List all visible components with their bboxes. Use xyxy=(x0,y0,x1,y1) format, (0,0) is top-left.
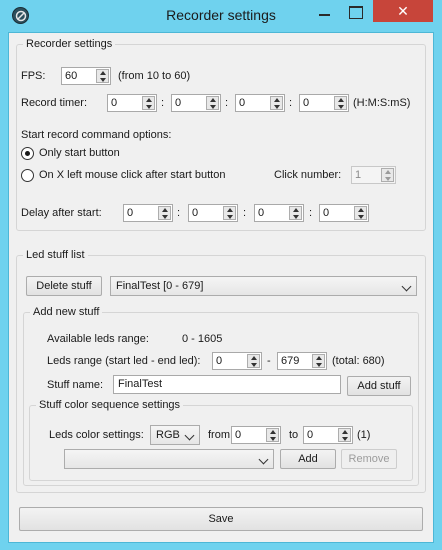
stuff-name-label: Stuff name: xyxy=(47,379,104,391)
available-range-label: Available leds range: xyxy=(47,333,149,345)
delay-minutes-spinner[interactable]: 0 xyxy=(188,204,238,222)
delay-separator: : xyxy=(243,207,247,219)
fps-label: FPS: xyxy=(21,70,46,82)
spin-arrows-icon[interactable] xyxy=(289,206,302,220)
delay-milliseconds-value: 0 xyxy=(323,207,330,219)
spin-arrows-icon[interactable] xyxy=(381,168,394,182)
chevron-down-icon[interactable] xyxy=(398,277,416,295)
range-start-spinner[interactable]: 0 xyxy=(212,352,262,370)
close-icon: ✕ xyxy=(397,3,409,19)
spin-arrows-icon[interactable] xyxy=(354,206,367,220)
delay-separator: : xyxy=(309,207,313,219)
spin-arrows-icon[interactable] xyxy=(270,96,283,110)
delete-stuff-button[interactable]: Delete stuff xyxy=(26,276,102,296)
timer-format-hint: (H:M:S:mS) xyxy=(353,97,411,109)
timer-seconds-value: 0 xyxy=(239,97,246,109)
color-mode-select[interactable]: RGB xyxy=(150,425,200,445)
spin-arrows-icon[interactable] xyxy=(142,96,155,110)
title-bar[interactable]: Recorder settings ✕ xyxy=(0,0,442,32)
click-number-value: 1 xyxy=(355,169,362,181)
delay-hours-value: 0 xyxy=(127,207,134,219)
maximize-button[interactable] xyxy=(340,0,370,22)
stuff-select[interactable]: FinalTest [0 - 679] xyxy=(110,276,417,296)
delay-seconds-value: 0 xyxy=(258,207,265,219)
spin-arrows-icon[interactable] xyxy=(334,96,347,110)
to-label: to xyxy=(289,429,299,441)
leds-range-label: Leds range (start led - end led): xyxy=(47,355,201,367)
color-sequence-select[interactable] xyxy=(64,449,274,469)
delay-separator: : xyxy=(177,207,181,219)
add-new-stuff-legend: Add new stuff xyxy=(33,306,100,318)
range-start-value: 0 xyxy=(216,355,223,367)
color-from-value: 0 xyxy=(235,429,242,441)
delay-label: Delay after start: xyxy=(21,207,102,219)
leds-color-settings-label: Leds color settings: xyxy=(49,429,144,441)
delay-milliseconds-spinner[interactable]: 0 xyxy=(319,204,369,222)
color-from-spinner[interactable]: 0 xyxy=(231,426,281,444)
range-end-value: 679 xyxy=(281,355,300,367)
radio-mouse-click-label[interactable]: On X left mouse click after start button xyxy=(39,168,225,183)
add-color-button[interactable]: Add xyxy=(280,449,336,469)
radio-only-start-label[interactable]: Only start button xyxy=(39,146,120,161)
save-button[interactable]: Save xyxy=(19,507,423,531)
record-timer-label: Record timer: xyxy=(21,97,88,109)
stuff-name-value: FinalTest xyxy=(118,378,163,390)
radio-only-start[interactable] xyxy=(21,147,34,160)
add-stuff-button[interactable]: Add stuff xyxy=(347,376,411,396)
color-mode-value: RGB xyxy=(156,429,180,441)
spin-arrows-icon[interactable] xyxy=(266,428,279,442)
spin-arrows-icon[interactable] xyxy=(247,354,260,368)
chevron-down-icon[interactable] xyxy=(181,426,199,444)
recorder-settings-legend: Recorder settings xyxy=(26,38,113,50)
start-options-label: Start record command options: xyxy=(21,129,172,141)
stuff-select-value: FinalTest [0 - 679] xyxy=(116,280,204,292)
delay-seconds-spinner[interactable]: 0 xyxy=(254,204,304,222)
timer-separator: : xyxy=(289,97,293,109)
remove-color-button[interactable]: Remove xyxy=(341,449,397,469)
timer-milliseconds-spinner[interactable]: 0 xyxy=(299,94,349,112)
spin-arrows-icon[interactable] xyxy=(96,69,109,83)
spin-arrows-icon[interactable] xyxy=(338,428,351,442)
fps-range-hint: (from 10 to 60) xyxy=(118,70,191,82)
timer-separator: : xyxy=(225,97,229,109)
spin-arrows-icon[interactable] xyxy=(223,206,236,220)
color-to-spinner[interactable]: 0 xyxy=(303,426,353,444)
stuff-name-input[interactable]: FinalTest xyxy=(113,375,341,394)
minimize-button[interactable] xyxy=(310,0,340,22)
delay-minutes-value: 0 xyxy=(192,207,199,219)
timer-seconds-spinner[interactable]: 0 xyxy=(235,94,285,112)
range-dash: - xyxy=(267,355,271,367)
spin-arrows-icon[interactable] xyxy=(312,354,325,368)
from-label: from xyxy=(208,429,230,441)
fps-spinner[interactable]: 60 xyxy=(61,67,111,85)
color-to-value: 0 xyxy=(307,429,314,441)
timer-minutes-value: 0 xyxy=(175,97,182,109)
timer-milliseconds-value: 0 xyxy=(303,97,310,109)
range-total: (total: 680) xyxy=(332,355,385,367)
timer-minutes-spinner[interactable]: 0 xyxy=(171,94,221,112)
spin-arrows-icon[interactable] xyxy=(158,206,171,220)
timer-hours-value: 0 xyxy=(111,97,118,109)
dialog-body: Recorder settings FPS: 60 (from 10 to 60… xyxy=(8,32,434,543)
radio-mouse-click[interactable] xyxy=(21,169,34,182)
fps-value: 60 xyxy=(65,70,78,82)
timer-separator: : xyxy=(161,97,165,109)
led-stuff-list-legend: Led stuff list xyxy=(26,249,85,261)
click-number-label: Click number: xyxy=(274,169,342,181)
available-range-value: 0 - 1605 xyxy=(182,333,223,345)
chevron-down-icon[interactable] xyxy=(255,450,273,468)
timer-hours-spinner[interactable]: 0 xyxy=(107,94,157,112)
window: Recorder settings ✕ Recorder settings FP… xyxy=(0,0,442,550)
click-number-spinner[interactable]: 1 xyxy=(351,166,396,184)
color-sequence-legend: Stuff color sequence settings xyxy=(39,399,181,411)
delay-hours-spinner[interactable]: 0 xyxy=(123,204,173,222)
spin-arrows-icon[interactable] xyxy=(206,96,219,110)
color-count: (1) xyxy=(357,429,371,441)
range-end-spinner[interactable]: 679 xyxy=(277,352,327,370)
close-button[interactable]: ✕ xyxy=(373,0,433,22)
